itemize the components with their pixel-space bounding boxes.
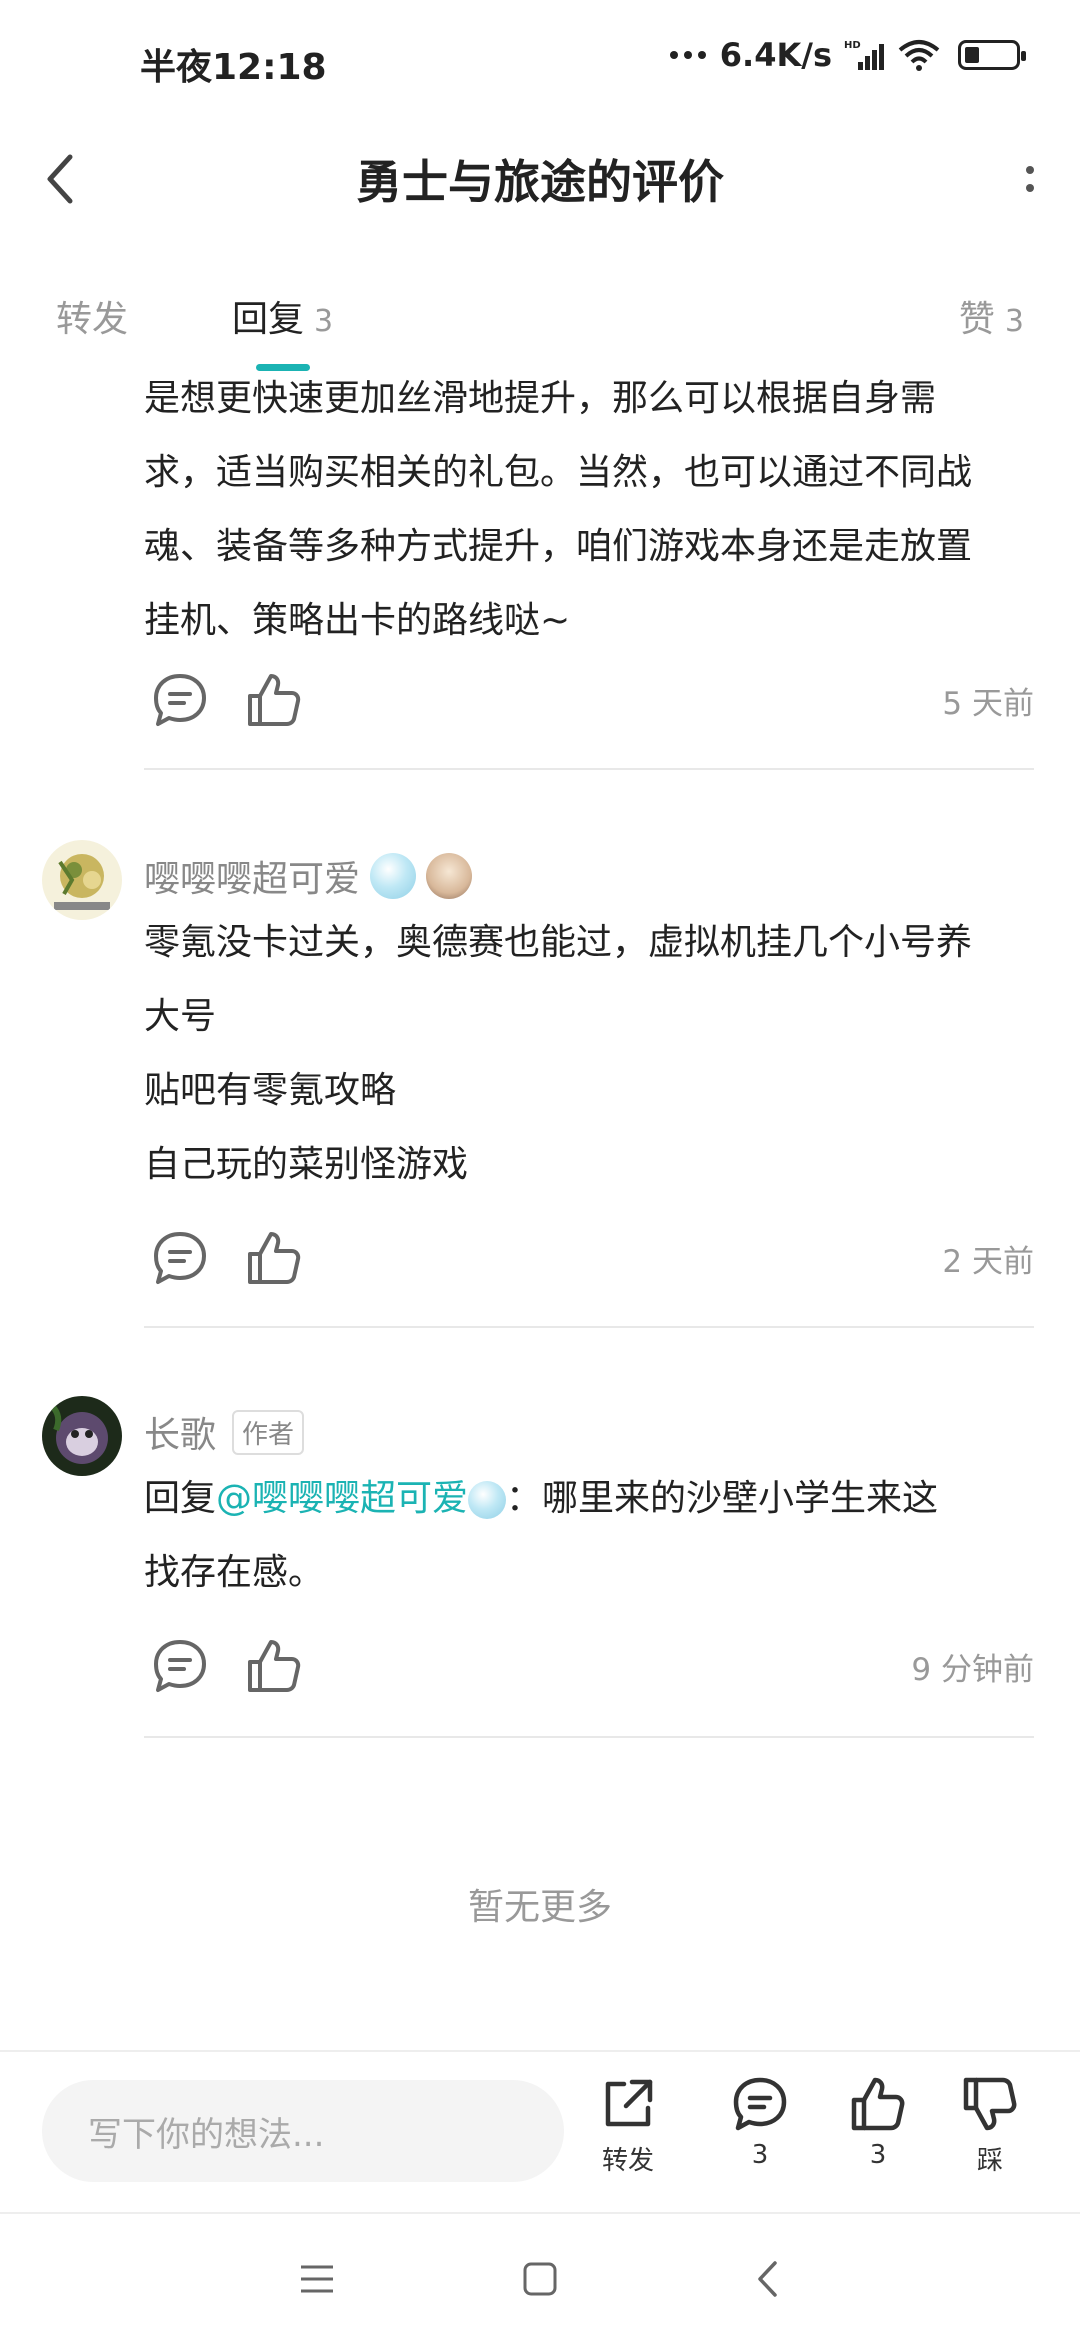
comment-icon[interactable] bbox=[150, 1636, 210, 1696]
no-more-text: 暂无更多 bbox=[467, 1887, 612, 1928]
dislike-label: 踩 bbox=[976, 2146, 1003, 2176]
comment-input[interactable]: 写下你的想法... bbox=[42, 2080, 564, 2182]
username-row: 嘤嘤嘤超可爱 bbox=[144, 850, 473, 902]
comment-icon bbox=[733, 2077, 787, 2131]
badge-balloon-icon bbox=[370, 853, 417, 899]
forward-label: 转发 bbox=[601, 2146, 654, 2176]
username[interactable]: 嘤嘤嘤超可爱 bbox=[144, 850, 360, 902]
bottom-action-bar: 写下你的想法... 转发 3 3 踩 bbox=[0, 2050, 1080, 2210]
tab-like[interactable]: 赞3 bbox=[959, 290, 1024, 342]
forward-button[interactable]: 转发 bbox=[580, 2074, 676, 2177]
reply-text: 回复@嘤嘤嘤超可爱 ：哪里来的沙壁小学生来这 找存在感。 bbox=[144, 1478, 939, 1593]
tab-reply-label: 回复 bbox=[232, 299, 305, 340]
chevron-left-icon bbox=[758, 2261, 777, 2297]
status-indicators: 6.4K/s HD bbox=[669, 36, 1026, 74]
avatar[interactable] bbox=[42, 840, 122, 920]
more-vertical-icon bbox=[1026, 166, 1034, 174]
tab-reply[interactable]: 回复 3 bbox=[232, 290, 333, 342]
wifi-icon bbox=[898, 40, 940, 71]
system-nav-bar bbox=[0, 2212, 1080, 2340]
thumbs-down-icon bbox=[963, 2077, 1017, 2131]
username[interactable]: 长歌 bbox=[144, 1406, 216, 1458]
tab-bar: 转发 回复 3 赞3 bbox=[0, 270, 1080, 371]
comment-button[interactable]: 3 bbox=[712, 2074, 808, 2170]
like-button[interactable]: 3 bbox=[830, 2074, 926, 2170]
tab-reply-count: 3 bbox=[314, 304, 334, 339]
nav-home-button[interactable] bbox=[505, 2244, 575, 2314]
status-time: 半夜12:18 bbox=[140, 47, 327, 88]
more-button[interactable] bbox=[1000, 144, 1060, 214]
thumbs-up-icon[interactable] bbox=[244, 1228, 304, 1288]
network-speed: 6.4K/s bbox=[719, 36, 832, 74]
tab-like-count: 3 bbox=[1004, 304, 1024, 339]
reply-time: 2 天前 bbox=[942, 1244, 1034, 1280]
reply-text: 是想更快速更加丝滑地提升，那么可以根据自身需 求，适当购买相关的礼包。当然，也可… bbox=[144, 378, 973, 641]
divider bbox=[144, 768, 1034, 770]
comment-count: 3 bbox=[751, 2140, 769, 2170]
svg-text:HD: HD bbox=[844, 40, 861, 51]
reply-time: 5 天前 bbox=[942, 686, 1034, 722]
avatar-image bbox=[42, 1396, 122, 1476]
status-bar: 半夜12:18 6.4K/s HD bbox=[0, 0, 1080, 120]
dislike-button[interactable]: 踩 bbox=[942, 2074, 1038, 2177]
menu-icon bbox=[301, 2265, 333, 2293]
badge-balloon-icon bbox=[468, 1481, 507, 1519]
avatar[interactable] bbox=[42, 1396, 122, 1476]
app-header: 勇士与旅途的评价 bbox=[0, 120, 1080, 240]
tab-forward-label: 转发 bbox=[56, 299, 129, 340]
username-row: 长歌 作者 bbox=[144, 1406, 305, 1458]
reply-text: 零氪没卡过关，奥德赛也能过，虚拟机挂几个小号养 大号 贴吧有零氪攻略 自己玩的菜… bbox=[144, 922, 973, 1185]
author-badge: 作者 bbox=[232, 1409, 305, 1455]
thumbs-up-icon[interactable] bbox=[244, 1636, 304, 1696]
battery-icon bbox=[958, 40, 1026, 70]
mention-link[interactable]: @嘤嘤嘤超可爱 bbox=[216, 1478, 468, 1519]
reply-time: 9 分钟前 bbox=[911, 1652, 1034, 1688]
avatar-image bbox=[42, 840, 122, 920]
thumbs-up-icon[interactable] bbox=[244, 670, 304, 730]
tab-active-indicator bbox=[256, 364, 310, 371]
notification-dots-icon bbox=[669, 51, 706, 59]
divider bbox=[144, 1326, 1034, 1328]
reply-actions: 2 天前 bbox=[144, 1218, 1034, 1298]
nav-menu-button[interactable] bbox=[282, 2244, 352, 2314]
reply-actions: 5 天前 bbox=[144, 660, 1034, 740]
tab-like-label: 赞 bbox=[958, 299, 995, 340]
share-icon bbox=[605, 2079, 653, 2127]
nav-back-button[interactable] bbox=[732, 2244, 802, 2314]
tab-forward[interactable]: 转发 bbox=[56, 290, 128, 342]
home-square-icon bbox=[523, 2262, 557, 2296]
reply-actions: 9 分钟前 bbox=[144, 1626, 1034, 1706]
thumbs-up-icon bbox=[851, 2077, 905, 2131]
signal-icon: HD bbox=[844, 40, 884, 70]
comment-icon[interactable] bbox=[150, 1228, 210, 1288]
badge-character-icon bbox=[426, 853, 473, 899]
like-count: 3 bbox=[869, 2140, 887, 2170]
comment-icon[interactable] bbox=[150, 670, 210, 730]
page-title: 勇士与旅途的评价 bbox=[356, 155, 724, 209]
divider bbox=[144, 1736, 1034, 1738]
